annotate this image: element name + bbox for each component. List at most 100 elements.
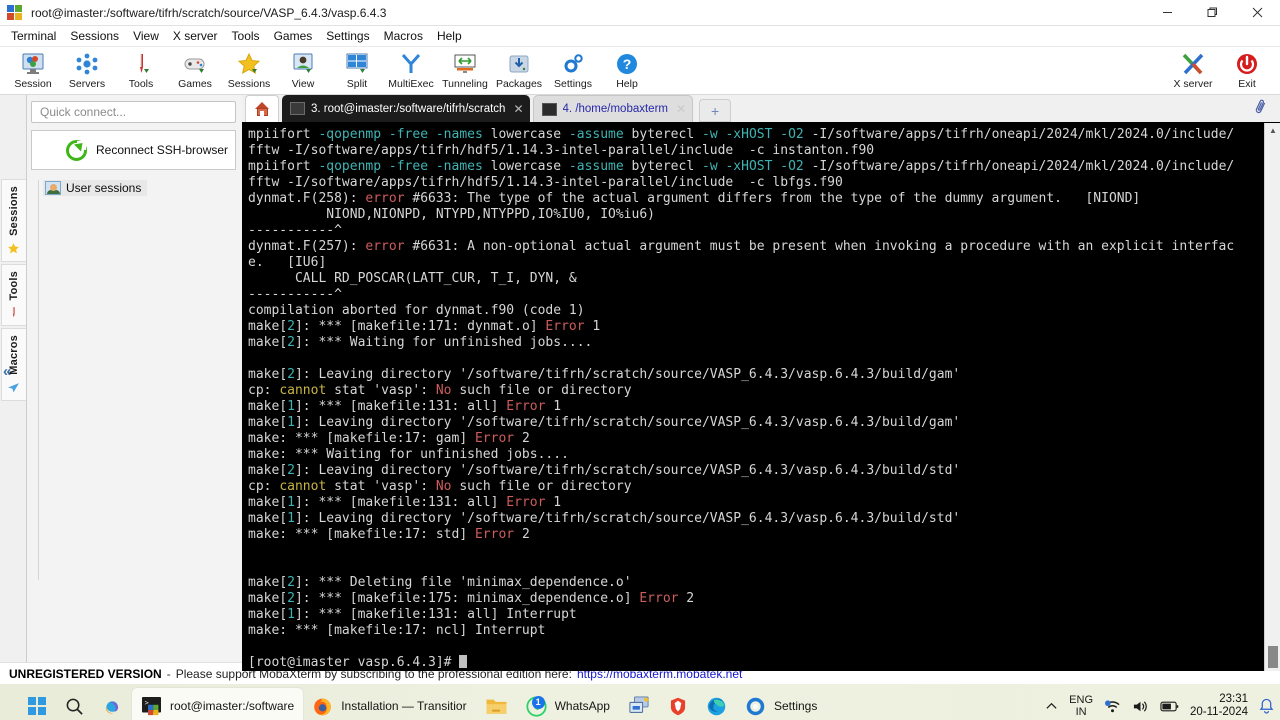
- menu-macros[interactable]: Macros: [377, 27, 430, 46]
- terminal-line: -----------^: [248, 287, 342, 302]
- toolbar-button-x-server[interactable]: X server: [1166, 49, 1220, 90]
- menu-tools[interactable]: Tools: [225, 27, 267, 46]
- menu-x-server[interactable]: X server: [166, 27, 225, 46]
- minimize-button[interactable]: [1145, 0, 1190, 26]
- taskbar-item-brave[interactable]: [659, 688, 697, 720]
- battery-icon[interactable]: [1160, 700, 1179, 713]
- servers-icon: [75, 51, 99, 77]
- taskbar-item-remote-desktop[interactable]: [619, 688, 659, 720]
- scrollbar-thumb[interactable]: [1268, 646, 1278, 668]
- maximize-button[interactable]: [1190, 0, 1235, 26]
- taskbar-copilot-button[interactable]: [93, 688, 132, 720]
- toolbar-button-help[interactable]: ? Help: [600, 49, 654, 90]
- session-icon: [21, 51, 45, 77]
- vertical-tab-label-macros: Macros: [7, 335, 20, 376]
- terminal-tab-3-close-icon[interactable]: ✕: [513, 102, 523, 116]
- clock-date: 20-11-2024: [1190, 706, 1248, 718]
- taskbar-search-button[interactable]: [56, 688, 93, 720]
- toolbar-button-servers[interactable]: Servers: [60, 49, 114, 90]
- terminal-prompt: [root@imaster vasp.6.4.3]#: [248, 655, 460, 670]
- vertical-tab-tools[interactable]: Tools: [0, 263, 26, 327]
- taskbar-item-firefox[interactable]: Installation — Transitior: [303, 688, 475, 720]
- multiexec-icon: [399, 51, 423, 77]
- clock-time: 23:31: [1219, 693, 1248, 705]
- vertical-tab-label-sessions: Sessions: [7, 186, 20, 236]
- menu-view[interactable]: View: [126, 27, 166, 46]
- menu-terminal[interactable]: Terminal: [4, 27, 63, 46]
- taskbar-item-mobaxterm[interactable]: >_ root@imaster:/software: [132, 688, 304, 720]
- terminal-line: CALL RD_POSCAR(LATT_CUR, T_I, DYN, &: [248, 271, 577, 286]
- wifi-icon[interactable]: [1104, 699, 1121, 714]
- terminal-line: mpiifort -qopenmp -free -names lowercase…: [248, 127, 1235, 142]
- toolbar-button-session[interactable]: Session: [6, 49, 60, 90]
- terminal-line: NIOND,NIONPD, NTYPD,NTYPPD,IO%IU0, IO%iu…: [248, 207, 655, 222]
- terminal-tab-4-close-icon[interactable]: ✕: [676, 102, 686, 116]
- user-sessions-icon: [45, 181, 61, 195]
- windows-taskbar: >_ root@imaster:/software Installation —…: [0, 684, 1280, 720]
- tree-item-user-sessions[interactable]: User sessions: [43, 180, 148, 196]
- terminal-tab-3[interactable]: 3. root@imaster:/software/tifrh/scratch …: [282, 95, 530, 122]
- terminal-line: mpiifort -qopenmp -free -names lowercase…: [248, 159, 1235, 174]
- menu-help[interactable]: Help: [430, 27, 469, 46]
- tools-icon: [129, 51, 153, 77]
- reconnect-label: Reconnect SSH-browser: [96, 143, 229, 157]
- firefox-icon: [314, 698, 332, 715]
- clock[interactable]: 23:31 20-11-2024: [1190, 693, 1248, 719]
- toolbar-button-view[interactable]: View: [276, 49, 330, 90]
- mobaxterm-logo-icon: [7, 4, 23, 21]
- speaker-icon[interactable]: [1132, 699, 1149, 714]
- view-icon: [291, 51, 315, 77]
- toolbar-button-split[interactable]: Split: [330, 49, 384, 90]
- menu-settings[interactable]: Settings: [319, 27, 376, 46]
- toolbar-button-multiexec[interactable]: MultiExec: [384, 49, 438, 90]
- terminal-tab-4[interactable]: 4. /home/mobaxterm ✕: [532, 95, 694, 122]
- terminal-text[interactable]: mpiifort -qopenmp -free -names lowercase…: [242, 123, 1264, 671]
- menu-sessions[interactable]: Sessions: [63, 27, 126, 46]
- reconnect-ssh-browser-button[interactable]: Reconnect SSH-browser: [31, 130, 236, 170]
- whatsapp-badge: 1: [531, 695, 545, 709]
- terminal-cursor: [459, 655, 468, 668]
- taskbar-item-file-explorer[interactable]: [476, 688, 517, 720]
- window-controls: [1145, 0, 1280, 26]
- toolbar-button-games[interactable]: Games: [168, 49, 222, 90]
- tray-chevron-up-icon[interactable]: [1045, 700, 1058, 713]
- toolbar-label-view: View: [291, 78, 315, 90]
- vertical-tab-sessions[interactable]: Sessions: [0, 179, 26, 262]
- terminal-scrollbar[interactable]: ▲ ▼: [1264, 123, 1280, 671]
- taskbar-item-settings[interactable]: Settings: [736, 688, 826, 720]
- language-indicator[interactable]: ENG IN: [1069, 694, 1093, 718]
- terminal-line: make[2]: *** [makefile:171: dynmat.o] Er…: [248, 319, 601, 334]
- close-button[interactable]: [1235, 0, 1280, 26]
- terminal-icon: [541, 102, 557, 116]
- toolbar-button-sessions[interactable]: Sessions: [222, 49, 276, 90]
- toolbar-label-packages: Packages: [495, 78, 543, 90]
- terminal-line: compilation aborted for dynmat.f90 (code…: [248, 303, 585, 318]
- terminal-line: make[1]: *** [makefile:131: all] Error 1: [248, 399, 562, 414]
- terminal-icon: [290, 102, 305, 115]
- taskbar-item-edge[interactable]: [697, 688, 736, 720]
- main-toolbar: Session Servers Tools Games Sessions Vie…: [0, 47, 1280, 95]
- terminal-line: make[2]: *** Waiting for unfinished jobs…: [248, 335, 593, 350]
- quick-connect-input[interactable]: Quick connect...: [31, 101, 236, 123]
- new-tab-button[interactable]: +: [699, 99, 732, 122]
- menu-games[interactable]: Games: [267, 27, 320, 46]
- start-button[interactable]: [18, 688, 56, 720]
- paperclip-icon[interactable]: [1251, 97, 1273, 122]
- settings-gear-icon: [561, 51, 585, 77]
- home-tab[interactable]: [245, 95, 279, 122]
- unregistered-label: UNREGISTERED VERSION: [9, 666, 162, 681]
- toolbar-button-tools[interactable]: Tools: [114, 49, 168, 90]
- edge-icon: [707, 697, 726, 715]
- toolbar-button-exit[interactable]: Exit: [1220, 49, 1274, 90]
- toolbar-button-tunneling[interactable]: Tunneling: [438, 49, 492, 90]
- terminal-line: make: *** [makefile:17: ncl] Interrupt: [248, 623, 546, 638]
- toolbar-button-packages[interactable]: Packages: [492, 49, 546, 90]
- taskbar-item-whatsapp[interactable]: 1 WhatsApp: [517, 688, 619, 720]
- terminal-line: fftw -I/software/apps/tifrh/hdf5/1.14.3-…: [248, 143, 875, 158]
- terminal-line: make: *** [makefile:17: std] Error 2: [248, 527, 530, 542]
- bell-icon[interactable]: [1259, 698, 1274, 714]
- sessions-star-icon: [237, 51, 261, 77]
- terminal-line: make[2]: Leaving directory '/software/ti…: [248, 367, 961, 382]
- toolbar-button-settings[interactable]: Settings: [546, 49, 600, 90]
